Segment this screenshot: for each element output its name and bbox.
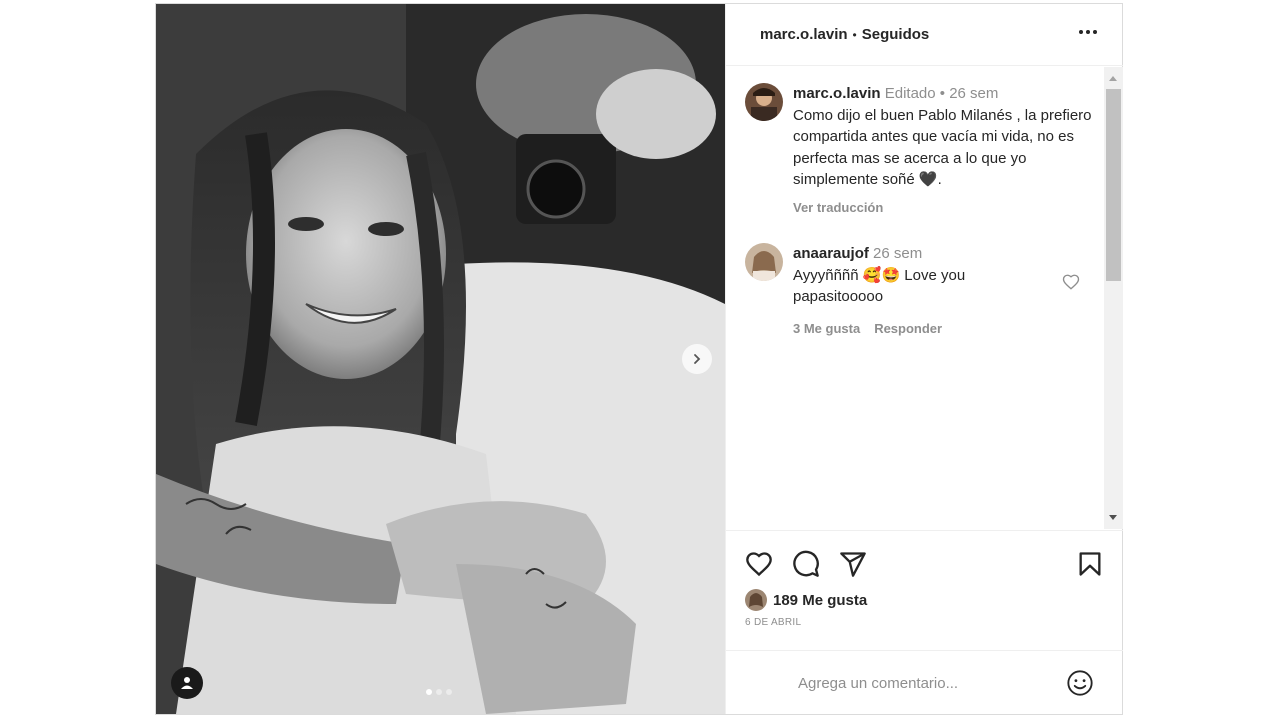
header-separator: • [852,27,857,42]
caption-username[interactable]: marc.o.lavin [793,85,881,102]
avatar[interactable] [745,243,783,281]
carousel-next-button[interactable] [682,344,712,374]
photo-image [156,4,725,714]
meta-separator: • [939,85,946,102]
carousel-dot [436,689,442,695]
commenter-avatar-image [745,243,783,281]
likes-summary[interactable]: 189 Me gusta [745,589,867,611]
post-photo[interactable] [156,4,725,714]
comment-time[interactable]: 26 sem [873,245,922,262]
carousel-dot [426,689,432,695]
likes-count[interactable]: 189 Me gusta [773,592,867,609]
comments-scrollbar[interactable] [1104,67,1123,529]
comment-username[interactable]: anaaraujof [793,245,869,262]
author-avatar-image [745,83,783,121]
user-tag-icon [181,677,193,689]
post-side-panel: marc.o.lavin • Seguidos marc.o.lavin Edi… [725,4,1123,714]
like-heart-icon[interactable] [745,550,773,578]
scroll-thumb[interactable] [1106,89,1121,281]
more-icon [1086,30,1090,34]
post-header: marc.o.lavin • Seguidos [726,4,1123,66]
tagged-users-button[interactable] [171,667,203,699]
header-username[interactable]: marc.o.lavin [760,26,848,43]
comment-like-heart-icon[interactable] [1062,273,1080,291]
add-comment-section [726,650,1123,714]
more-icon [1079,30,1083,34]
edited-label: Editado [884,85,936,102]
post-actions: 189 Me gusta 6 DE ABRIL [726,530,1123,636]
scroll-down-arrow[interactable] [1109,515,1117,520]
avatar[interactable] [745,83,783,121]
caption: marc.o.lavin Editado • 26 sem Como dijo … [745,83,1095,218]
post-date[interactable]: 6 DE ABRIL [745,617,801,628]
more-icon [1093,30,1097,34]
comment-icon[interactable] [792,550,820,578]
more-options-button[interactable] [1075,26,1101,38]
share-icon[interactable] [839,550,867,578]
bookmark-icon[interactable] [1076,550,1104,578]
liker-avatar-image [745,589,767,611]
reply-button[interactable]: Responder [874,318,942,340]
carousel-indicator [426,689,452,695]
comment-input[interactable] [798,665,1048,701]
comment-text: Ayyyññññ 🥰🤩 Love you papasitooooo [793,266,966,306]
carousel-dot [446,689,452,695]
caption-text: Como dijo el buen Pablo Milanés , la pre… [793,106,1092,189]
emoji-icon[interactable] [1066,669,1094,697]
see-translation-link[interactable]: Ver traducción [793,197,1093,219]
scroll-up-arrow[interactable] [1109,76,1117,81]
liker-avatar [745,589,767,611]
chevron-right-icon [694,354,701,364]
follow-status-button[interactable]: Seguidos [862,26,930,43]
caption-time[interactable]: 26 sem [949,85,998,102]
comment-likes-count[interactable]: 3 Me gusta [793,318,860,340]
post-container: marc.o.lavin • Seguidos marc.o.lavin Edi… [155,3,1123,715]
comment-item: anaaraujof 26 sem Ayyyññññ 🥰🤩 Love you p… [745,243,1095,339]
comments-section[interactable]: marc.o.lavin Editado • 26 sem Como dijo … [726,67,1123,529]
